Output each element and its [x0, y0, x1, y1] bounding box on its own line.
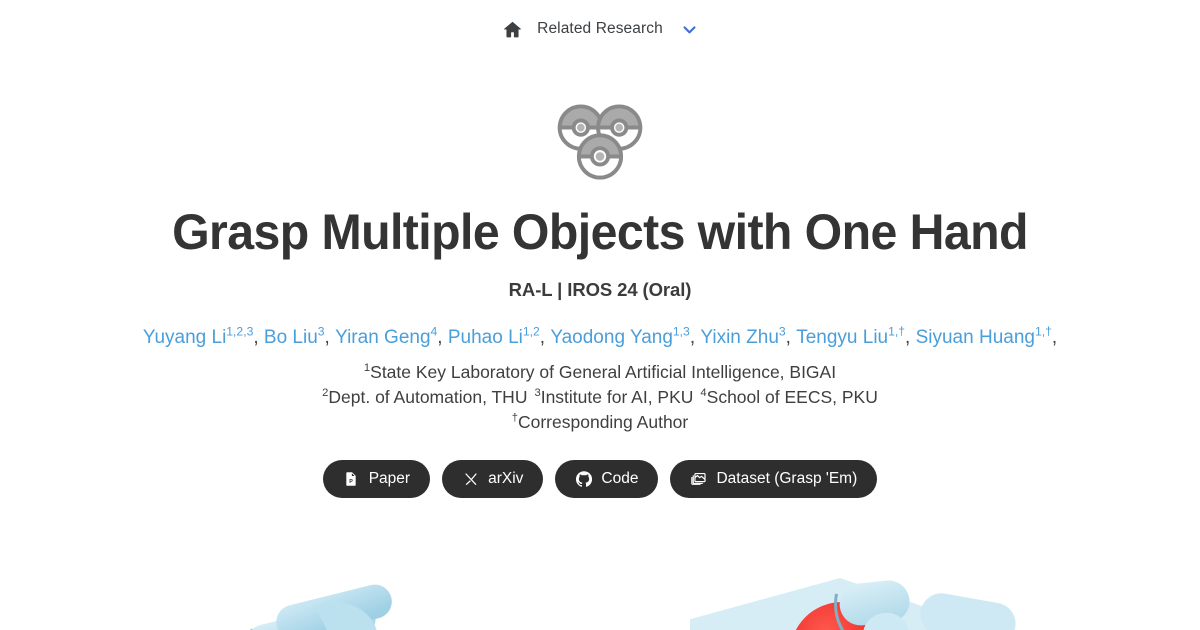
author-item[interactable]: Siyuan Huang1,† — [916, 324, 1052, 348]
arxiv-button[interactable]: arXiv — [442, 459, 544, 498]
paper-button[interactable]: P Paper — [322, 459, 431, 498]
author-affil-sup: 1,3 — [672, 324, 690, 339]
corresponding-author-note: †Corresponding Author — [511, 412, 689, 433]
dataset-button-label: Dataset (Grasp 'Em) — [716, 469, 858, 487]
author-trailing-comma: , — [1051, 327, 1058, 348]
affiliations: 1State Key Laboratory of General Artific… — [0, 360, 1200, 436]
venue-subtitle: RA-L | IROS 24 (Oral) — [508, 279, 692, 300]
author-item[interactable]: Yaodong Yang1,3 — [550, 324, 690, 348]
logo-wrap — [0, 92, 1200, 192]
gallery-strip — [0, 556, 1200, 630]
nav-related-research[interactable]: Related Research — [501, 18, 699, 40]
top-navbar: Related Research — [0, 0, 1200, 54]
svg-text:P: P — [349, 479, 353, 485]
author-affil-sup: 1,2 — [522, 324, 540, 339]
three-pokeballs-logo-icon — [557, 104, 643, 180]
author-affil-sup: 3 — [317, 324, 325, 339]
author-item[interactable]: Yixin Zhu3 — [700, 324, 786, 348]
author-affil-sup: 3 — [778, 324, 786, 339]
author-item[interactable]: Bo Liu3 — [264, 324, 325, 348]
nav-label: Related Research — [537, 20, 663, 37]
author-item[interactable]: Yuyang Li1,2,3 — [143, 324, 254, 348]
images-stack-icon — [690, 470, 707, 487]
author-item[interactable]: Yiran Geng4 — [335, 326, 437, 348]
dataset-button[interactable]: Dataset (Grasp 'Em) — [670, 459, 878, 498]
home-icon[interactable] — [501, 18, 523, 40]
affiliation-line-1: 1State Key Laboratory of General Artific… — [363, 361, 837, 382]
code-button-label: Code — [601, 469, 639, 487]
gallery-item-robot-hand-right-red-ball[interactable] — [690, 556, 1020, 630]
author-list: Yuyang Li1,2,3, Bo Liu3, Yiran Geng4, Pu… — [142, 324, 1058, 348]
arxiv-logo-icon — [462, 470, 479, 487]
paper-button-label: Paper — [368, 469, 411, 487]
link-button-row: P Paper arXiv Code Dataset (Grasp 'Em) — [0, 459, 1200, 498]
author-item[interactable]: Puhao Li1,2 — [448, 324, 540, 348]
chevron-down-icon[interactable] — [681, 20, 699, 38]
gallery-item-robot-hand-left[interactable] — [180, 556, 510, 630]
author-item[interactable]: Tengyu Liu1,† — [796, 324, 906, 348]
author-affil-sup: 1,† — [888, 324, 906, 339]
robot-hand-left-image — [180, 556, 510, 630]
affiliation-line-2: 2Dept. of Automation, THU 3Institute for … — [322, 387, 878, 408]
code-button[interactable]: Code — [555, 459, 659, 498]
github-icon — [575, 470, 592, 487]
arxiv-button-label: arXiv — [488, 469, 524, 487]
hero-section: Grasp Multiple Objects with One Hand RA-… — [0, 54, 1200, 498]
robot-hand-right-image — [690, 556, 1020, 630]
page-title: Grasp Multiple Objects with One Hand — [172, 204, 1028, 260]
pdf-file-icon: P — [343, 470, 360, 487]
author-affil-sup: 1,† — [1034, 324, 1052, 339]
author-affil-sup: 1,2,3 — [226, 324, 254, 339]
